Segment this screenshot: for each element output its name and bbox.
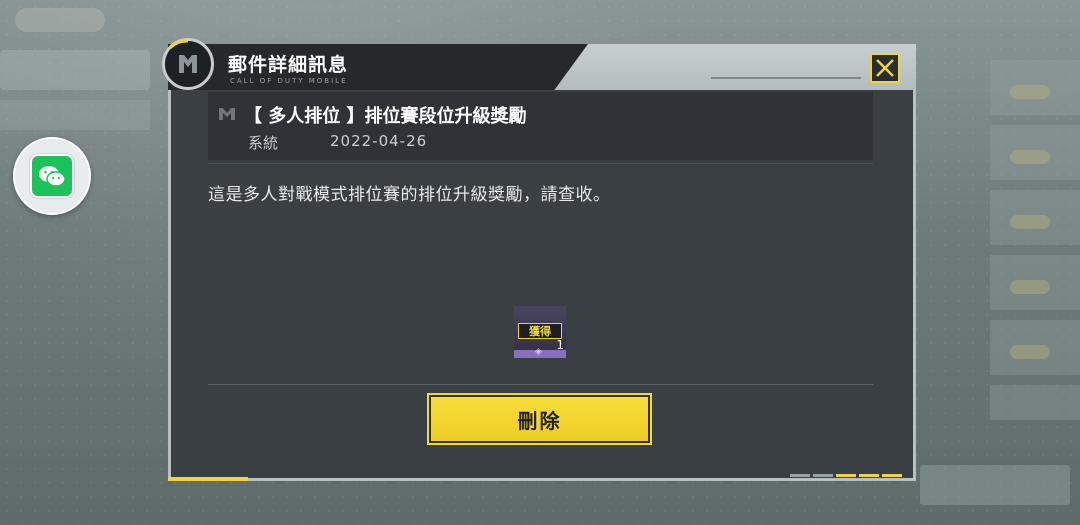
divider	[208, 384, 873, 385]
emblem-accent-arc	[168, 39, 189, 50]
dialog-title: 郵件詳細訊息	[228, 54, 349, 76]
background-coin	[1010, 345, 1050, 359]
dialog-title-bar: 郵件詳細訊息 CALL OF DUTY MOBILE	[168, 44, 916, 90]
mail-body-text: 這是多人對戰模式排位賽的排位升級獎勵，請查收。	[208, 185, 611, 205]
background-bottom-panel	[920, 465, 1070, 505]
wechat-share-button[interactable]	[13, 137, 91, 215]
mail-date: 2022-04-26	[330, 132, 428, 150]
close-x-icon	[876, 59, 894, 77]
delete-button[interactable]: 刪除	[427, 393, 652, 445]
background-coin	[1010, 215, 1050, 229]
frame-accent	[168, 477, 248, 481]
background-coin	[1010, 280, 1050, 294]
background-right-list	[990, 60, 1080, 420]
background-coin	[1010, 150, 1050, 164]
background-left-panel	[0, 50, 150, 90]
reward-quantity: 1	[556, 338, 564, 352]
background-left-panel-2	[0, 100, 150, 130]
reward-claimed-badge: 獲得	[518, 323, 562, 339]
wechat-icon	[29, 153, 75, 199]
background-topbar	[15, 8, 105, 32]
dialog-subtitle: CALL OF DUTY MOBILE	[230, 77, 348, 85]
mail-type-icon	[219, 108, 235, 120]
divider	[208, 163, 873, 164]
title-decoration-line	[711, 77, 861, 79]
rarity-gem-icon: ◈	[535, 347, 542, 357]
reward-item[interactable]: 獲得 1 ◈	[514, 306, 566, 358]
mail-subject: 【 多人排位 】排位賽段位升級獎勵	[244, 106, 527, 127]
mail-sender: 系統	[248, 134, 279, 152]
mail-detail-dialog: 郵件詳細訊息 CALL OF DUTY MOBILE 【 多人排位 】排位賽段位…	[162, 38, 916, 481]
background-coin	[1010, 85, 1050, 99]
mail-header: 【 多人排位 】排位賽段位升級獎勵 系統 2022-04-26	[208, 92, 873, 160]
close-button[interactable]	[870, 53, 900, 83]
frame-dash-decoration	[790, 474, 902, 477]
